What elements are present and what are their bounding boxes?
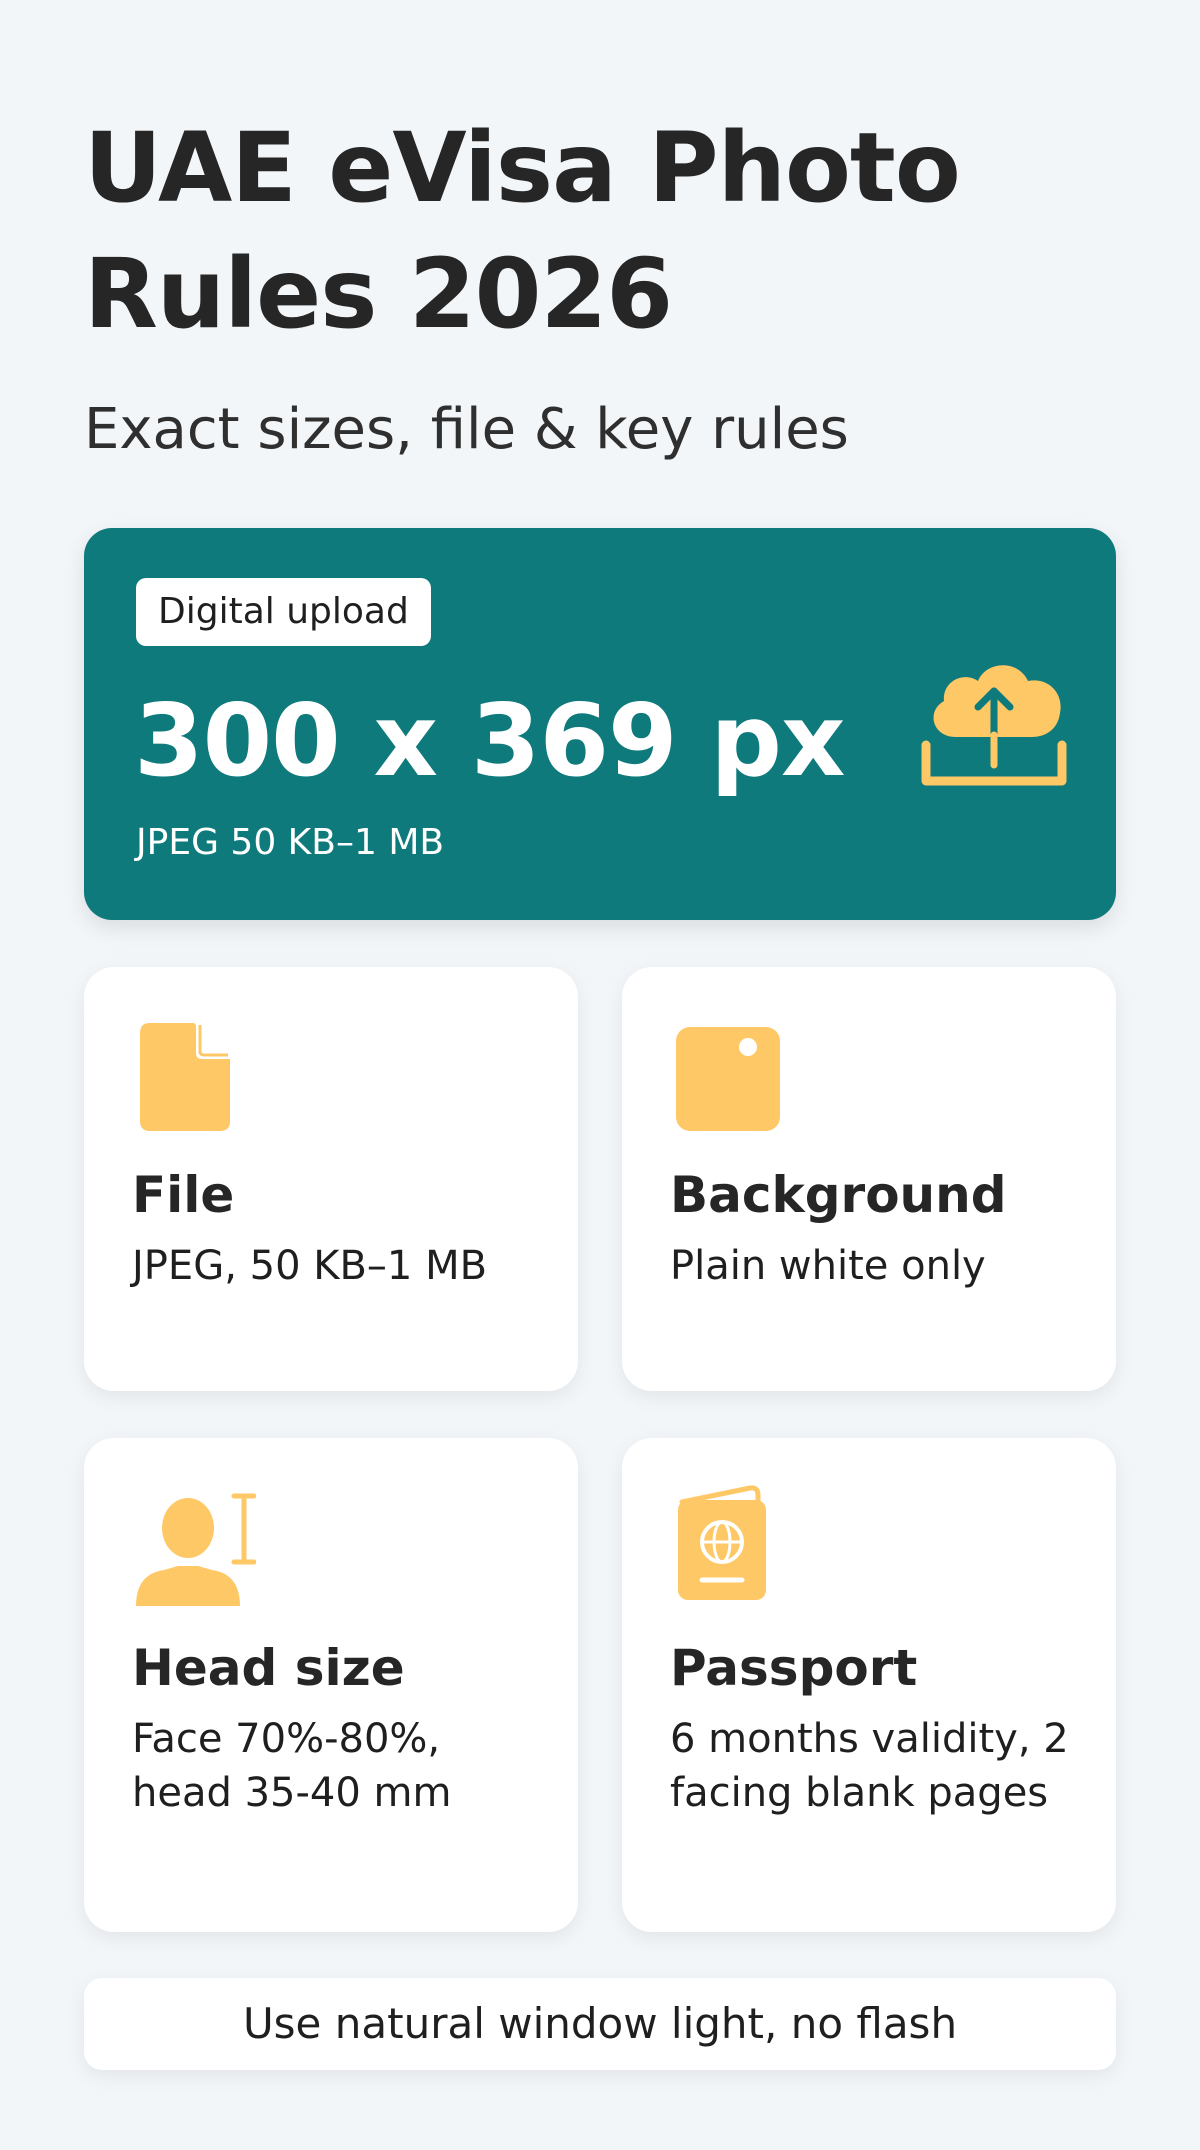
- passport-card-text: 6 months validity, 2 facing blank pages: [670, 1716, 1069, 1816]
- passport-card-title: Passport: [670, 1639, 918, 1697]
- background-card-text: Plain white only: [670, 1243, 986, 1289]
- file-card-text: JPEG, 50 KB–1 MB: [132, 1243, 488, 1289]
- digital-upload-badge: Digital upload: [136, 578, 431, 646]
- head-size-card: Head size Face 70%-80%, head 35-40 mm: [84, 1438, 578, 1932]
- page-title: UAE eVisa Photo Rules 2026: [84, 112, 961, 350]
- cloud-upload-icon: [921, 665, 1067, 786]
- passport-icon: [678, 1485, 766, 1600]
- lighting-tip-banner: Use natural window light, no flash: [84, 1978, 1116, 2070]
- photo-size-value: 300 x 369 px: [134, 682, 846, 799]
- head-size-card-text: Face 70%-80%, head 35-40 mm: [132, 1716, 452, 1816]
- head-size-icon: [136, 1493, 256, 1606]
- file-card: File JPEG, 50 KB–1 MB: [84, 967, 578, 1391]
- background-card: Background Plain white only: [622, 967, 1116, 1391]
- digital-upload-card: Digital upload 300 x 369 px JPEG 50 KB–1…: [84, 528, 1116, 920]
- file-card-title: File: [132, 1166, 235, 1224]
- head-size-card-title: Head size: [132, 1639, 405, 1697]
- passport-card: Passport 6 months validity, 2 facing bla…: [622, 1438, 1116, 1932]
- file-icon: [140, 1023, 230, 1131]
- background-card-title: Background: [670, 1166, 1007, 1224]
- file-spec-text: JPEG 50 KB–1 MB: [136, 822, 445, 863]
- page-subtitle: Exact sizes, file & key rules: [84, 397, 849, 462]
- background-icon: [676, 1027, 780, 1131]
